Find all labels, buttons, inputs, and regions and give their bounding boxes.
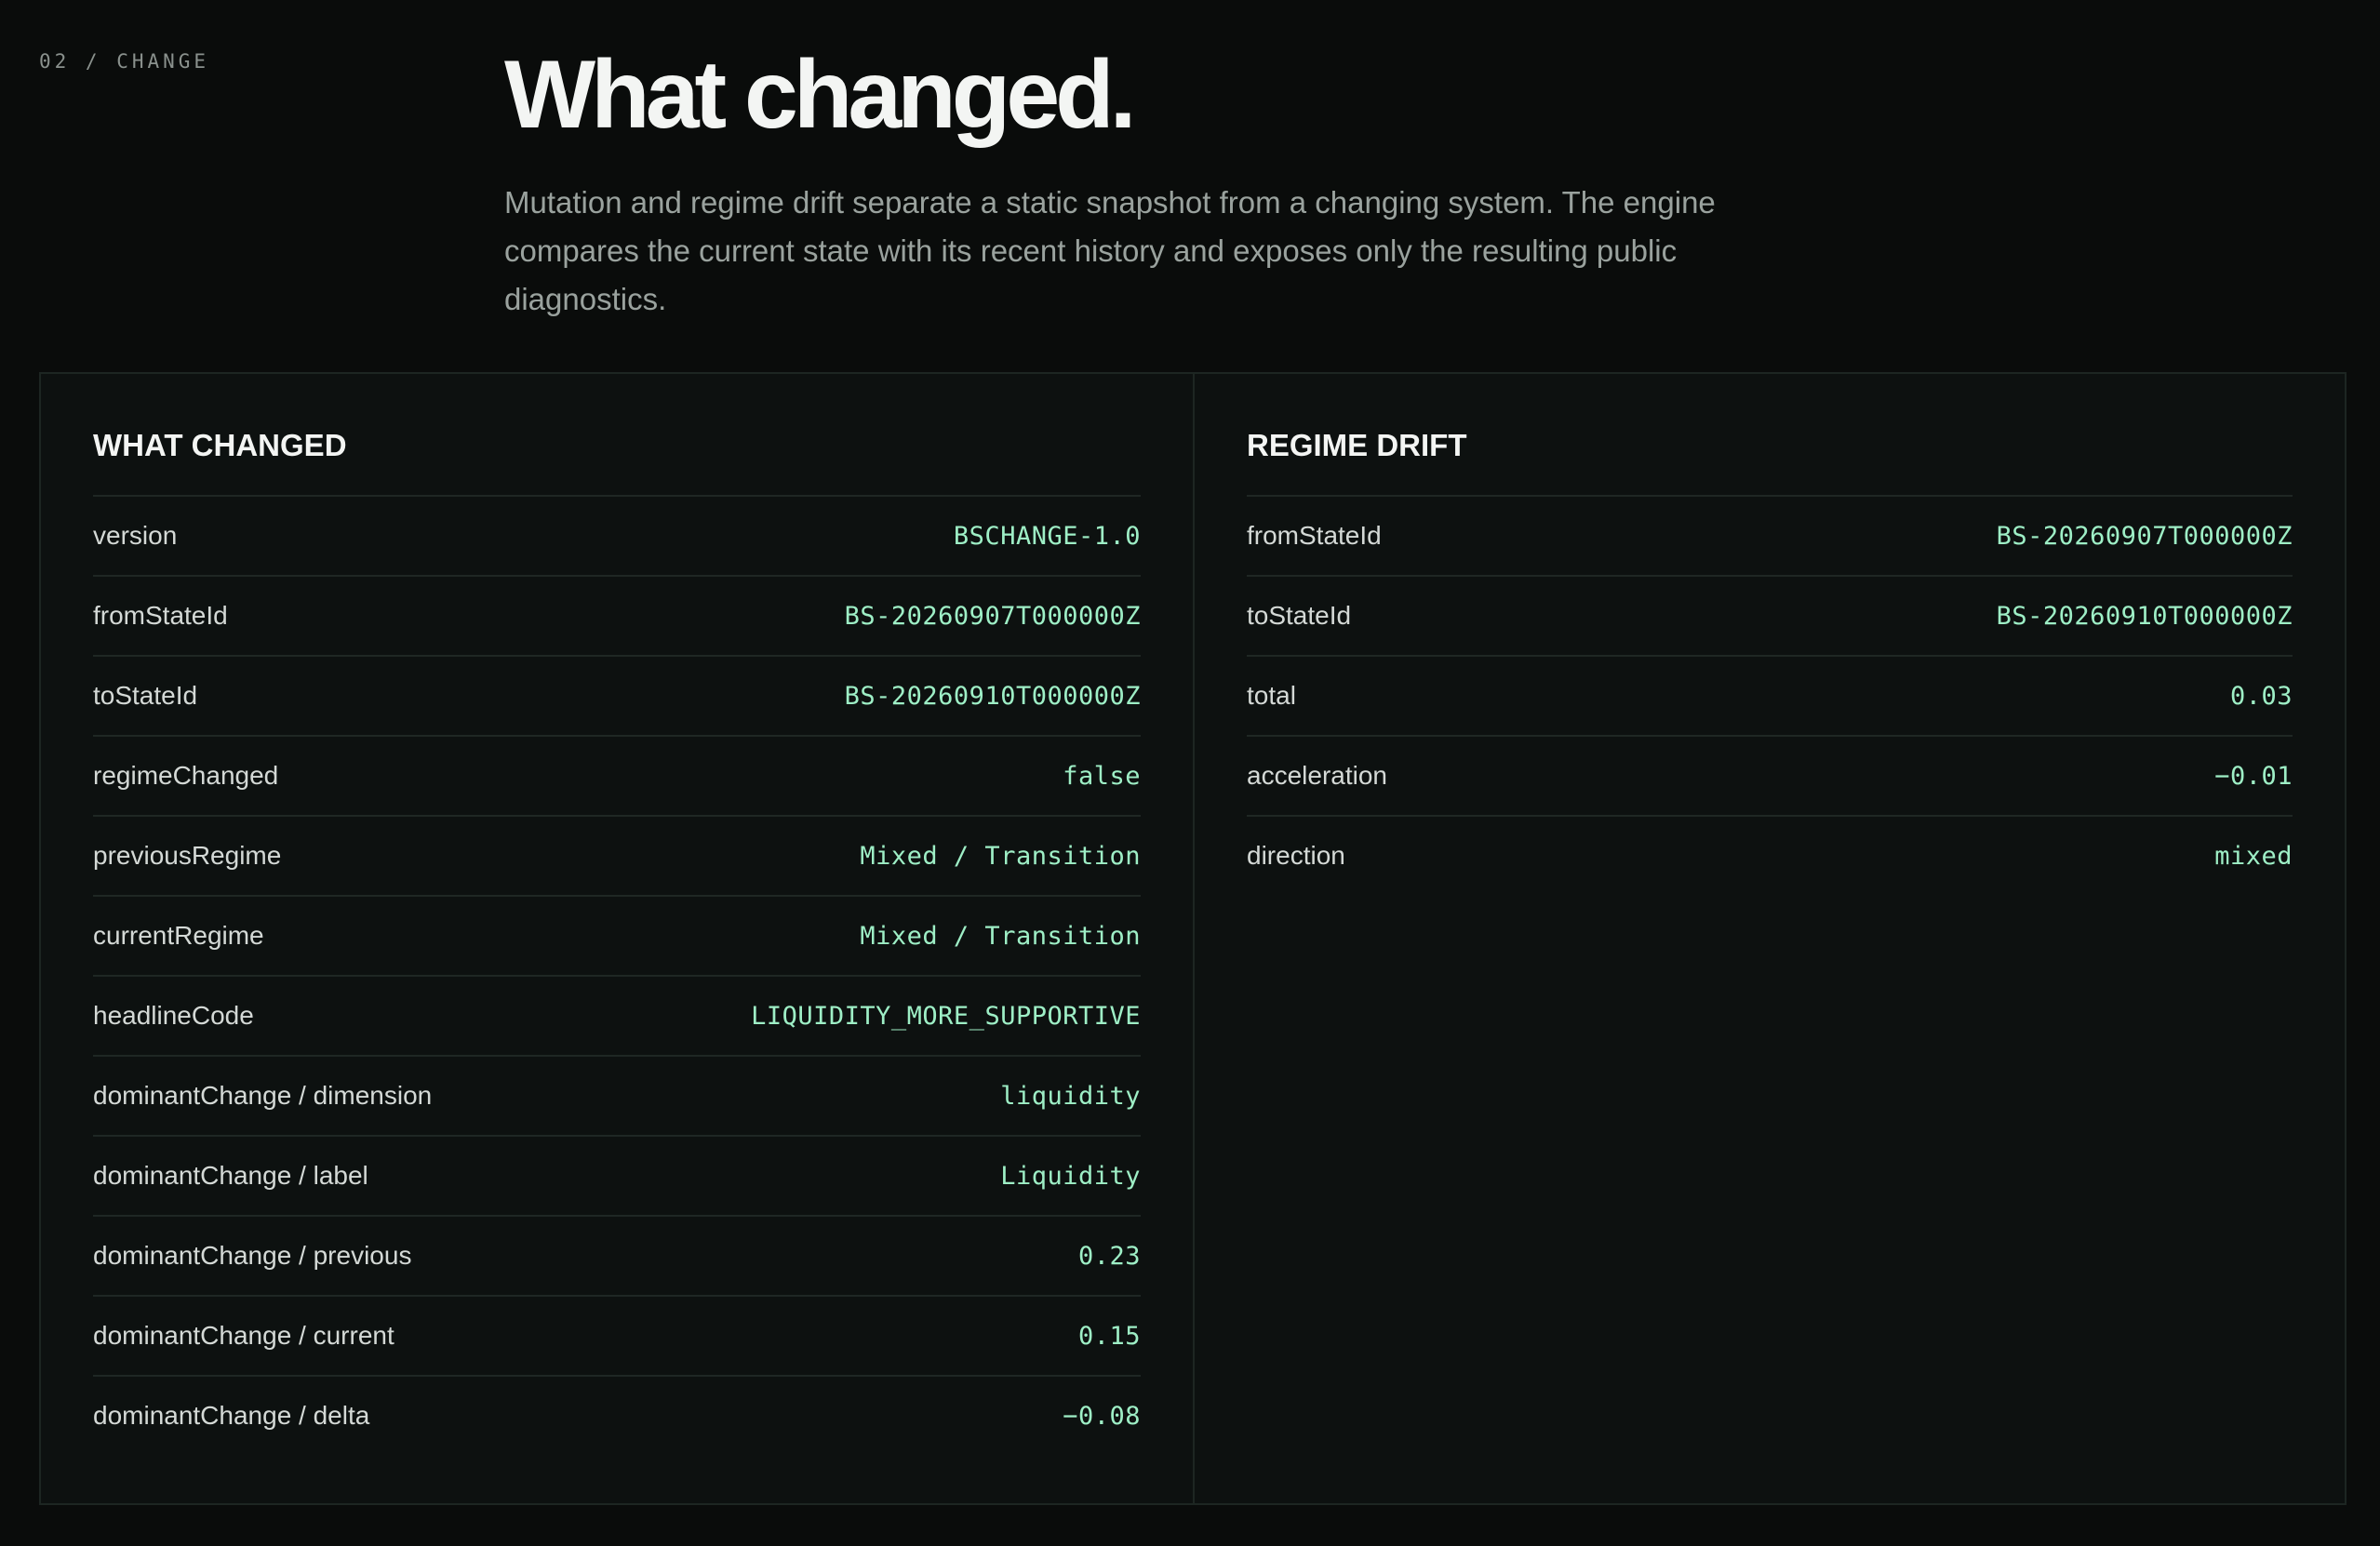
kv-row-from-state-id: fromStateId BS-20260907T000000Z (1247, 497, 2293, 577)
regime-drift-title: REGIME DRIFT (1247, 428, 1467, 462)
kv-key: dominantChange / delta (93, 1401, 370, 1430)
page-title: What changed. (504, 41, 1137, 149)
kv-row-dominant-change-dimension: dominantChange / dimension liquidity (93, 1057, 1141, 1137)
kv-row-headline-code: headlineCode LIQUIDITY_MORE_SUPPORTIVE (93, 977, 1141, 1057)
hero: What changed. Mutation and regime drift … (504, 37, 1825, 324)
kv-value: BSCHANGE-1.0 (953, 521, 1141, 551)
kv-value: BS-20260910T000000Z (844, 681, 1141, 711)
regime-drift-panel: REGIME DRIFT fromStateId BS-20260907T000… (1193, 374, 2345, 1503)
kv-row-acceleration: acceleration −0.01 (1247, 737, 2293, 817)
kv-value: mixed (2214, 841, 2293, 871)
kv-key: regimeChanged (93, 761, 279, 790)
kv-row-to-state-id: toStateId BS-20260910T000000Z (1247, 577, 2293, 657)
kv-row-current-regime: currentRegime Mixed / Transition (93, 897, 1141, 977)
kv-row-dominant-change-label: dominantChange / label Liquidity (93, 1137, 1141, 1217)
kv-value: false (1063, 761, 1141, 791)
kv-value: BS-20260907T000000Z (1996, 521, 2293, 551)
page-description: Mutation and regime drift separate a sta… (504, 185, 1716, 316)
kv-key: direction (1247, 841, 1345, 870)
kv-value: −0.01 (2214, 761, 2293, 791)
kv-key: fromStateId (1247, 521, 1382, 550)
kv-row-dominant-change-previous: dominantChange / previous 0.23 (93, 1217, 1141, 1297)
kv-key: dominantChange / label (93, 1161, 368, 1190)
kv-key: dominantChange / dimension (93, 1081, 433, 1110)
kv-value: Mixed / Transition (860, 841, 1141, 871)
kv-key: acceleration (1247, 761, 1387, 790)
kv-value: 0.23 (1077, 1241, 1141, 1271)
kv-row-total: total 0.03 (1247, 657, 2293, 737)
kv-key: fromStateId (93, 601, 228, 630)
kv-value: Mixed / Transition (860, 921, 1141, 951)
kv-value: −0.08 (1063, 1401, 1141, 1431)
what-changed-title: WHAT CHANGED (93, 428, 347, 462)
kv-key: previousRegime (93, 841, 282, 870)
kv-row-dominant-change-current: dominantChange / current 0.15 (93, 1297, 1141, 1377)
kv-key: headlineCode (93, 1001, 254, 1030)
kv-row-previous-regime: previousRegime Mixed / Transition (93, 817, 1141, 897)
kv-key: dominantChange / previous (93, 1241, 412, 1270)
kv-value: 0.03 (2229, 681, 2293, 711)
kv-value: Liquidity (1000, 1161, 1141, 1191)
kv-key: toStateId (1247, 601, 1352, 630)
section-label: 02 / CHANGE (39, 50, 210, 73)
diagnostics-panels: WHAT CHANGED version BSCHANGE-1.0 fromSt… (39, 372, 2347, 1505)
kv-value: BS-20260910T000000Z (1996, 601, 2293, 631)
kv-row-regime-changed: regimeChanged false (93, 737, 1141, 817)
kv-key: total (1247, 681, 1296, 710)
kv-value: BS-20260907T000000Z (844, 601, 1141, 631)
kv-row-to-state-id: toStateId BS-20260910T000000Z (93, 657, 1141, 737)
kv-key: currentRegime (93, 921, 264, 950)
regime-drift-list: fromStateId BS-20260907T000000Z toStateI… (1247, 495, 2293, 895)
kv-value: liquidity (1000, 1081, 1141, 1111)
kv-row-version: version BSCHANGE-1.0 (93, 497, 1141, 577)
kv-row-from-state-id: fromStateId BS-20260907T000000Z (93, 577, 1141, 657)
kv-value: 0.15 (1077, 1321, 1141, 1351)
kv-key: dominantChange / current (93, 1321, 394, 1350)
kv-key: toStateId (93, 681, 198, 710)
what-changed-panel: WHAT CHANGED version BSCHANGE-1.0 fromSt… (41, 374, 1193, 1503)
kv-row-direction: direction mixed (1247, 817, 2293, 895)
kv-key: version (93, 521, 178, 550)
kv-value: LIQUIDITY_MORE_SUPPORTIVE (751, 1001, 1141, 1031)
kv-row-dominant-change-delta: dominantChange / delta −0.08 (93, 1377, 1141, 1455)
what-changed-list: version BSCHANGE-1.0 fromStateId BS-2026… (93, 495, 1141, 1455)
